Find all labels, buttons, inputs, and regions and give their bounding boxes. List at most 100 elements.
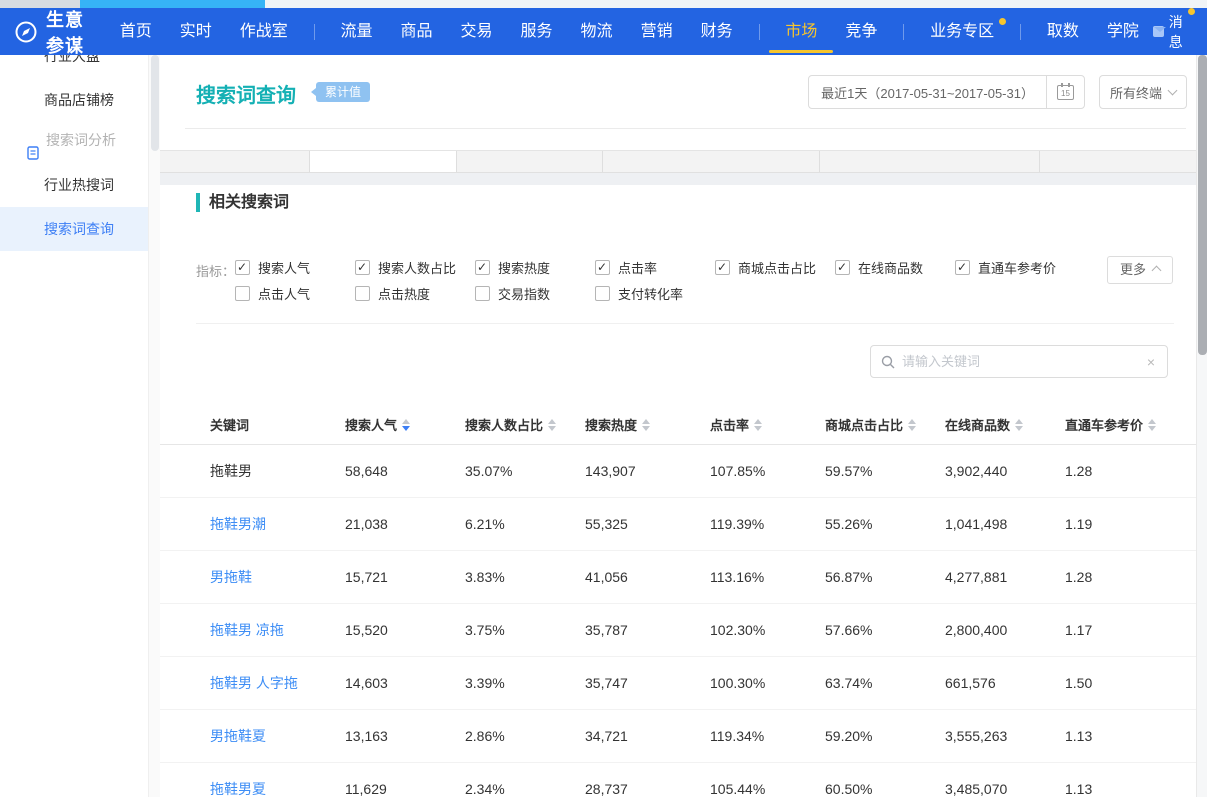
tab-1[interactable] <box>160 151 310 172</box>
checkbox-unchecked-icon[interactable] <box>595 286 610 301</box>
nav-separator <box>314 24 315 40</box>
cell-value: 55,325 <box>585 516 710 532</box>
col-click-rate-sort[interactable]: 点击率 <box>710 415 825 434</box>
nav-war-room[interactable]: 作战室 <box>226 8 302 55</box>
nav-data-extract[interactable]: 取数 <box>1033 8 1093 55</box>
nav-separator <box>903 24 904 40</box>
checkbox-checked-icon[interactable] <box>715 260 730 275</box>
sidebar-item-industry-hot-words[interactable]: 行业热搜词 <box>0 163 148 207</box>
checkbox-checked-icon[interactable] <box>595 260 610 275</box>
calendar-button[interactable]: 15 <box>1046 75 1084 109</box>
metric-online-products[interactable]: 在线商品数 <box>835 258 955 277</box>
sidebar-item-search-term-query[interactable]: 搜索词查询 <box>0 207 148 251</box>
sort-icon <box>548 419 556 431</box>
cell-value: 3.39% <box>465 675 585 691</box>
col-mall-click-ratio-sort[interactable]: 商城点击占比 <box>825 415 945 434</box>
clear-icon[interactable]: × <box>1145 354 1157 370</box>
tab-2-active[interactable] <box>310 151 457 172</box>
cell-value: 21,038 <box>345 516 465 532</box>
metric-search-heat[interactable]: 搜索热度 <box>475 258 595 277</box>
col-search-popularity-sort[interactable]: 搜索人气 <box>345 415 465 434</box>
metric-click-rate[interactable]: 点击率 <box>595 258 715 277</box>
col-searcher-ratio-sort[interactable]: 搜索人数占比 <box>465 415 585 434</box>
cell-keyword-link[interactable]: 男拖鞋 <box>210 567 345 587</box>
col-ztc-ref-price-sort[interactable]: 直通车参考价 <box>1065 415 1196 434</box>
messages-button[interactable]: 消息 <box>1153 12 1189 52</box>
metric-search-popularity[interactable]: 搜索人气 <box>235 258 355 277</box>
metric-mall-click-ratio[interactable]: 商城点击占比 <box>715 258 835 277</box>
tab-strip <box>160 150 1196 173</box>
header-divider <box>185 128 1186 129</box>
cell-value: 14,603 <box>345 675 465 691</box>
checkbox-checked-icon[interactable] <box>355 260 370 275</box>
sidebar-scrollbar-thumb[interactable] <box>151 55 159 151</box>
nav-finance[interactable]: 财务 <box>687 8 747 55</box>
cell-keyword-link[interactable]: 拖鞋男夏 <box>210 779 345 797</box>
nav-service[interactable]: 服务 <box>507 8 567 55</box>
brand[interactable]: 生意参谋 <box>14 6 95 58</box>
page-scrollbar-thumb[interactable] <box>1198 55 1207 355</box>
cell-keyword-link[interactable]: 拖鞋男 凉拖 <box>210 620 345 640</box>
nav-logistics[interactable]: 物流 <box>567 8 627 55</box>
nav-market-active[interactable]: 市场 <box>771 8 831 55</box>
more-button[interactable]: 更多 <box>1107 256 1173 284</box>
sidebar-group-search-term-analysis: 搜索词分析 <box>0 118 148 162</box>
cell-value: 59.20% <box>825 728 945 744</box>
checkbox-unchecked-icon[interactable] <box>355 286 370 301</box>
sidebar-item-industry-overview[interactable]: 行业大盘 <box>0 55 148 78</box>
metric-pay-conversion[interactable]: 支付转化率 <box>595 284 715 303</box>
nav-trade[interactable]: 交易 <box>447 8 507 55</box>
cell-keyword-link[interactable]: 拖鞋男 人字拖 <box>210 673 345 693</box>
browser-strip-blue <box>80 0 265 8</box>
col-keyword: 关键词 <box>210 415 345 434</box>
section-title: 相关搜索词 <box>196 193 289 212</box>
cell-value: 60.50% <box>825 781 945 797</box>
nav-home[interactable]: 首页 <box>106 8 166 55</box>
cell-value: 1.28 <box>1065 569 1196 585</box>
cell-value: 102.30% <box>710 622 825 638</box>
nav-traffic[interactable]: 流量 <box>326 8 386 55</box>
nav-realtime[interactable]: 实时 <box>166 8 226 55</box>
nav-marketing[interactable]: 营销 <box>627 8 687 55</box>
sidebar-scrollbar[interactable] <box>148 55 160 797</box>
metric-trade-index[interactable]: 交易指数 <box>475 284 595 303</box>
metrics-label: 指标： <box>196 261 235 280</box>
checkbox-unchecked-icon[interactable] <box>235 286 250 301</box>
checkbox-checked-icon[interactable] <box>475 260 490 275</box>
date-range-picker[interactable]: 最近1天（2017-05-31~2017-05-31） 15 <box>808 75 1085 109</box>
checkbox-checked-icon[interactable] <box>235 260 250 275</box>
notification-dot <box>999 18 1006 25</box>
cell-value: 3,555,263 <box>945 728 1065 744</box>
nav-product[interactable]: 商品 <box>387 8 447 55</box>
metric-searcher-ratio[interactable]: 搜索人数占比 <box>355 258 475 277</box>
brand-logo-icon <box>14 20 38 44</box>
col-search-heat-sort[interactable]: 搜索热度 <box>585 415 710 434</box>
terminal-dropdown[interactable]: 所有终端 <box>1099 75 1187 109</box>
cell-value: 35,747 <box>585 675 710 691</box>
checkbox-unchecked-icon[interactable] <box>475 286 490 301</box>
table-row: 拖鞋男 人字拖 14,603 3.39% 35,747 100.30% 63.7… <box>160 657 1196 710</box>
cell-keyword-link[interactable]: 拖鞋男潮 <box>210 514 345 534</box>
page-scrollbar[interactable] <box>1196 55 1207 797</box>
keyword-search-input[interactable] <box>902 354 1145 369</box>
metric-click-popularity[interactable]: 点击人气 <box>235 284 355 303</box>
nav-business-zone[interactable]: 业务专区 <box>916 8 1008 55</box>
metric-click-heat[interactable]: 点击热度 <box>355 284 475 303</box>
tab-5[interactable] <box>820 151 1040 172</box>
cell-value: 1.17 <box>1065 622 1196 638</box>
nav-academy[interactable]: 学院 <box>1093 8 1153 55</box>
cell-keyword-link[interactable]: 男拖鞋夏 <box>210 726 345 746</box>
cell-value: 2.86% <box>465 728 585 744</box>
col-online-products-sort[interactable]: 在线商品数 <box>945 415 1065 434</box>
cell-value: 100.30% <box>710 675 825 691</box>
main-content: 搜索词查询 累计值 最近1天（2017-05-31~2017-05-31） 15… <box>160 55 1196 797</box>
table-row: 拖鞋男夏 11,629 2.34% 28,737 105.44% 60.50% … <box>160 763 1196 797</box>
tab-4[interactable] <box>603 151 820 172</box>
checkbox-checked-icon[interactable] <box>835 260 850 275</box>
tab-6[interactable] <box>1040 151 1196 172</box>
checkbox-checked-icon[interactable] <box>955 260 970 275</box>
sidebar-item-product-shop-ranking[interactable]: 商品店铺榜 <box>0 78 148 122</box>
metric-ztc-ref-price[interactable]: 直通车参考价 <box>955 258 1075 277</box>
nav-competition[interactable]: 竞争 <box>831 8 891 55</box>
tab-3[interactable] <box>457 151 603 172</box>
